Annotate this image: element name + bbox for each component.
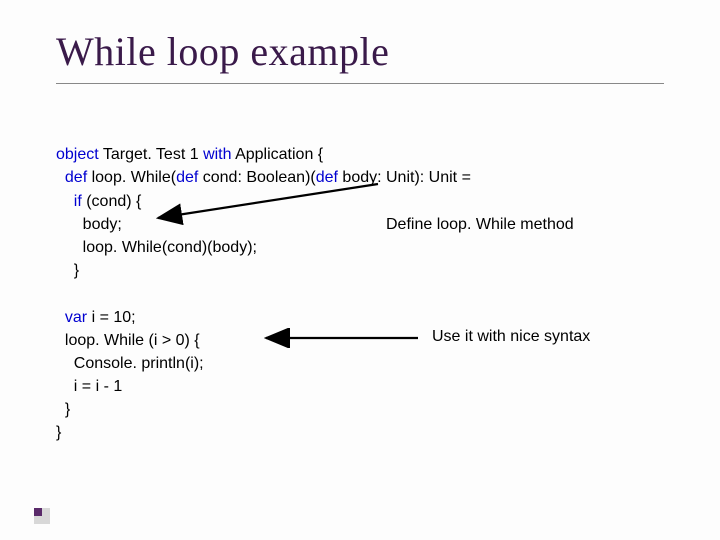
code-indent <box>56 169 65 186</box>
annotation-define: Define loop. While method <box>386 216 574 234</box>
slide: While loop example object Target. Test 1… <box>0 0 720 540</box>
keyword: object <box>56 146 99 163</box>
code-indent <box>56 193 74 210</box>
code-line: var i = 10; <box>56 309 136 326</box>
code-text: body: Unit): Unit = <box>338 169 471 186</box>
keyword: var <box>65 309 87 326</box>
code-line: } <box>56 262 79 279</box>
code-blank <box>56 285 60 302</box>
code-block: object Target. Test 1 with Application {… <box>56 120 664 468</box>
code-line: loop. While(cond)(body); <box>56 239 257 256</box>
code-text: i = 10; <box>87 309 135 326</box>
footer-accent-icon <box>34 508 50 524</box>
code-line: def loop. While(def cond: Boolean)(def b… <box>56 169 471 186</box>
annotation-use: Use it with nice syntax <box>432 328 590 346</box>
code-text: cond: Boolean)( <box>198 169 315 186</box>
code-line: body; <box>56 216 122 233</box>
keyword: def <box>176 169 198 186</box>
code-line: loop. While (i > 0) { <box>56 332 200 349</box>
code-indent <box>56 309 65 326</box>
code-line: } <box>56 424 61 441</box>
code-text: Target. Test 1 <box>99 146 203 163</box>
code-line: object Target. Test 1 with Application { <box>56 146 323 163</box>
code-line: } <box>56 401 70 418</box>
page-title: While loop example <box>56 28 664 84</box>
keyword: if <box>74 193 82 210</box>
keyword: with <box>203 146 231 163</box>
code-line: i = i - 1 <box>56 378 122 395</box>
code-text: loop. While( <box>87 169 176 186</box>
code-text: (cond) { <box>82 193 142 210</box>
keyword: def <box>65 169 87 186</box>
code-text: Application { <box>232 146 324 163</box>
code-line: Console. println(i); <box>56 355 204 372</box>
keyword: def <box>316 169 338 186</box>
code-line: if (cond) { <box>56 193 141 210</box>
